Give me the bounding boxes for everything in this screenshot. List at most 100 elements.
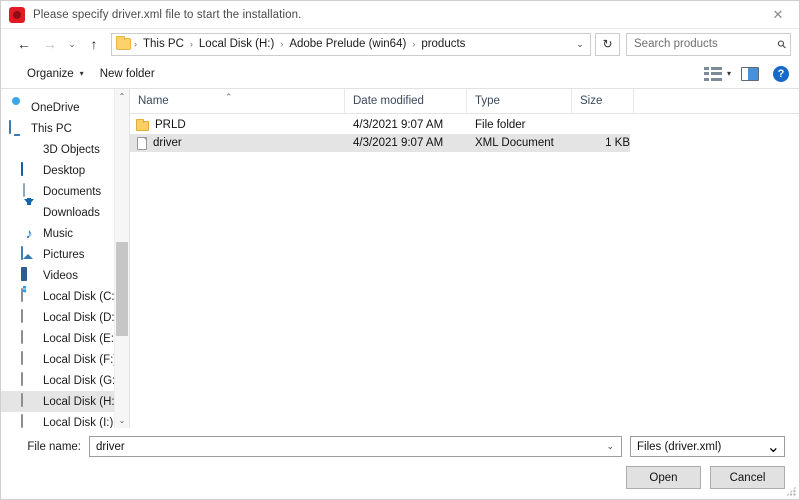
scroll-down-icon[interactable]: ⌄ bbox=[119, 413, 126, 428]
sidebar-item-label: Documents bbox=[43, 185, 102, 198]
sidebar-item-label: Local Disk (F:) bbox=[43, 353, 114, 366]
sidebar-item-this-pc[interactable]: This PC bbox=[1, 118, 114, 139]
back-icon[interactable]: ← bbox=[11, 32, 37, 56]
sidebar-item-label: Desktop bbox=[43, 164, 86, 177]
sidebar-item-local-disk-i[interactable]: Local Disk (I:) bbox=[1, 412, 114, 428]
filename-label: File name: bbox=[27, 440, 81, 453]
file-icon bbox=[137, 136, 147, 150]
3d-objects-icon bbox=[21, 142, 37, 158]
forward-icon[interactable]: → bbox=[37, 32, 63, 56]
sidebar-item-videos[interactable]: Videos bbox=[1, 265, 114, 286]
up-icon[interactable]: ↑ bbox=[81, 32, 107, 56]
file-name: PRLD bbox=[155, 119, 186, 131]
chevron-down-icon[interactable]: ⌄ bbox=[603, 441, 617, 452]
file-name-cell: driver bbox=[130, 136, 345, 150]
sidebar-item-music[interactable]: ♪ Music bbox=[1, 223, 114, 244]
column-headers: Name ⌃ Date modified Type Size bbox=[130, 88, 799, 114]
sidebar-item-documents[interactable]: Documents bbox=[1, 181, 114, 202]
dialog-footer: File name: driver ⌄ Files (driver.xml) ⌄… bbox=[1, 428, 799, 499]
sidebar-item-label: 3D Objects bbox=[43, 143, 100, 156]
folder-icon bbox=[116, 36, 131, 50]
column-header-date-modified[interactable]: Date modified bbox=[345, 88, 467, 114]
navigation-pane: OneDrive This PC 3D Objects Desktop Docu… bbox=[1, 89, 114, 428]
help-icon[interactable]: ? bbox=[773, 65, 789, 82]
drive-icon bbox=[21, 350, 37, 368]
sidebar-item-local-disk-f[interactable]: Local Disk (F:) bbox=[1, 349, 114, 370]
sidebar-item-label: Videos bbox=[43, 269, 78, 282]
recent-locations-icon[interactable]: ⌄ bbox=[63, 32, 81, 56]
breadcrumb[interactable]: › This PC › Local Disk (H:) › Adobe Prel… bbox=[111, 32, 591, 56]
dialog-title: Please specify driver.xml file to start … bbox=[33, 8, 302, 21]
windows-drive-icon bbox=[21, 287, 37, 305]
column-header-size[interactable]: Size bbox=[572, 88, 634, 114]
sidebar-item-label: Local Disk (G:) bbox=[43, 374, 114, 387]
file-name: driver bbox=[153, 137, 182, 149]
refresh-icon[interactable]: ↻ bbox=[595, 32, 620, 56]
column-header-name[interactable]: Name ⌃ bbox=[130, 88, 345, 114]
file-type: File folder bbox=[475, 119, 526, 131]
sidebar-item-label: OneDrive bbox=[31, 101, 80, 114]
close-icon[interactable]: ✕ bbox=[757, 1, 799, 28]
search-input[interactable]: Search products ⚲ bbox=[626, 32, 791, 56]
sidebar-item-downloads[interactable]: Downloads bbox=[1, 198, 114, 223]
desktop-icon bbox=[21, 161, 37, 179]
pc-icon bbox=[9, 119, 25, 137]
scrollbar-thumb[interactable] bbox=[116, 241, 128, 337]
drive-icon bbox=[21, 329, 37, 347]
sidebar-item-onedrive[interactable]: OneDrive bbox=[1, 97, 114, 118]
new-folder-label: New folder bbox=[99, 67, 155, 80]
adobe-prelude-icon bbox=[9, 6, 25, 23]
sidebar-item-label: Local Disk (D:) bbox=[43, 311, 114, 324]
organize-button[interactable]: Organize ▾ bbox=[19, 65, 92, 83]
scroll-up-icon[interactable]: ⌃ bbox=[119, 89, 126, 104]
downloads-icon bbox=[21, 198, 37, 221]
file-name-cell: PRLD bbox=[130, 119, 345, 131]
drive-icon bbox=[21, 371, 37, 389]
view-options-icon[interactable] bbox=[703, 66, 722, 82]
sidebar-item-pictures[interactable]: Pictures bbox=[1, 244, 114, 265]
file-date: 4/3/2021 9:07 AM bbox=[353, 137, 444, 149]
chevron-down-icon[interactable]: ▾ bbox=[727, 69, 731, 78]
sidebar-item-3d-objects[interactable]: 3D Objects bbox=[1, 139, 114, 160]
address-bar: ← → ⌄ ↑ › This PC › Local Disk (H:) › Ad… bbox=[1, 29, 799, 59]
sidebar-item-local-disk-g[interactable]: Local Disk (G:) bbox=[1, 370, 114, 391]
navigation-pane-scrollbar[interactable]: ⌃ ⌄ bbox=[114, 89, 129, 428]
sidebar-item-local-disk-h[interactable]: Local Disk (H:) bbox=[1, 391, 114, 412]
open-button[interactable]: Open bbox=[626, 466, 701, 489]
breadcrumb-item-this-pc[interactable]: This PC bbox=[138, 34, 189, 55]
dialog-body: OneDrive This PC 3D Objects Desktop Docu… bbox=[1, 88, 799, 428]
resize-grip[interactable] bbox=[786, 486, 796, 496]
filename-value: driver bbox=[96, 440, 125, 453]
pictures-icon bbox=[21, 245, 37, 263]
sidebar-item-label: Local Disk (E:) bbox=[43, 332, 114, 345]
chevron-down-icon: ⌄ bbox=[766, 438, 780, 456]
table-row[interactable]: PRLD 4/3/2021 9:07 AM File folder bbox=[130, 116, 630, 134]
breadcrumb-item-products[interactable]: products bbox=[416, 34, 470, 55]
cancel-button[interactable]: Cancel bbox=[710, 466, 785, 489]
chevron-down-icon[interactable]: ⌄ bbox=[570, 39, 590, 50]
filename-input[interactable]: driver ⌄ bbox=[89, 436, 622, 457]
table-row[interactable]: driver 4/3/2021 9:07 AM XML Document 1 K… bbox=[130, 134, 630, 152]
file-list-pane: Name ⌃ Date modified Type Size PRLD 4/3/… bbox=[129, 88, 799, 428]
file-rows: PRLD 4/3/2021 9:07 AM File folder driver… bbox=[130, 114, 799, 428]
breadcrumb-item-adobe-prelude[interactable]: Adobe Prelude (win64) bbox=[284, 34, 411, 55]
breadcrumb-item-local-disk-h[interactable]: Local Disk (H:) bbox=[194, 34, 279, 55]
column-header-type[interactable]: Type bbox=[467, 88, 572, 114]
music-icon: ♪ bbox=[25, 224, 33, 241]
drive-icon bbox=[21, 413, 37, 429]
file-open-dialog: Please specify driver.xml file to start … bbox=[0, 0, 800, 500]
file-type: XML Document bbox=[475, 137, 554, 149]
sidebar-item-local-disk-d[interactable]: Local Disk (D:) bbox=[1, 307, 114, 328]
sidebar-item-desktop[interactable]: Desktop bbox=[1, 160, 114, 181]
title-bar: Please specify driver.xml file to start … bbox=[1, 1, 799, 29]
filetype-select[interactable]: Files (driver.xml) ⌄ bbox=[630, 436, 785, 457]
filename-row: File name: driver ⌄ Files (driver.xml) ⌄ bbox=[15, 436, 785, 457]
sidebar-item-local-disk-e[interactable]: Local Disk (E:) bbox=[1, 328, 114, 349]
sidebar-item-label: Pictures bbox=[43, 248, 85, 261]
sidebar-item-local-disk-c[interactable]: Local Disk (C:) bbox=[1, 286, 114, 307]
folder-icon bbox=[136, 119, 149, 131]
preview-pane-icon[interactable] bbox=[741, 66, 759, 81]
new-folder-button[interactable]: New folder bbox=[92, 65, 163, 83]
sidebar-item-label: Local Disk (I:) bbox=[43, 416, 114, 429]
dialog-buttons: Open Cancel bbox=[626, 466, 785, 489]
